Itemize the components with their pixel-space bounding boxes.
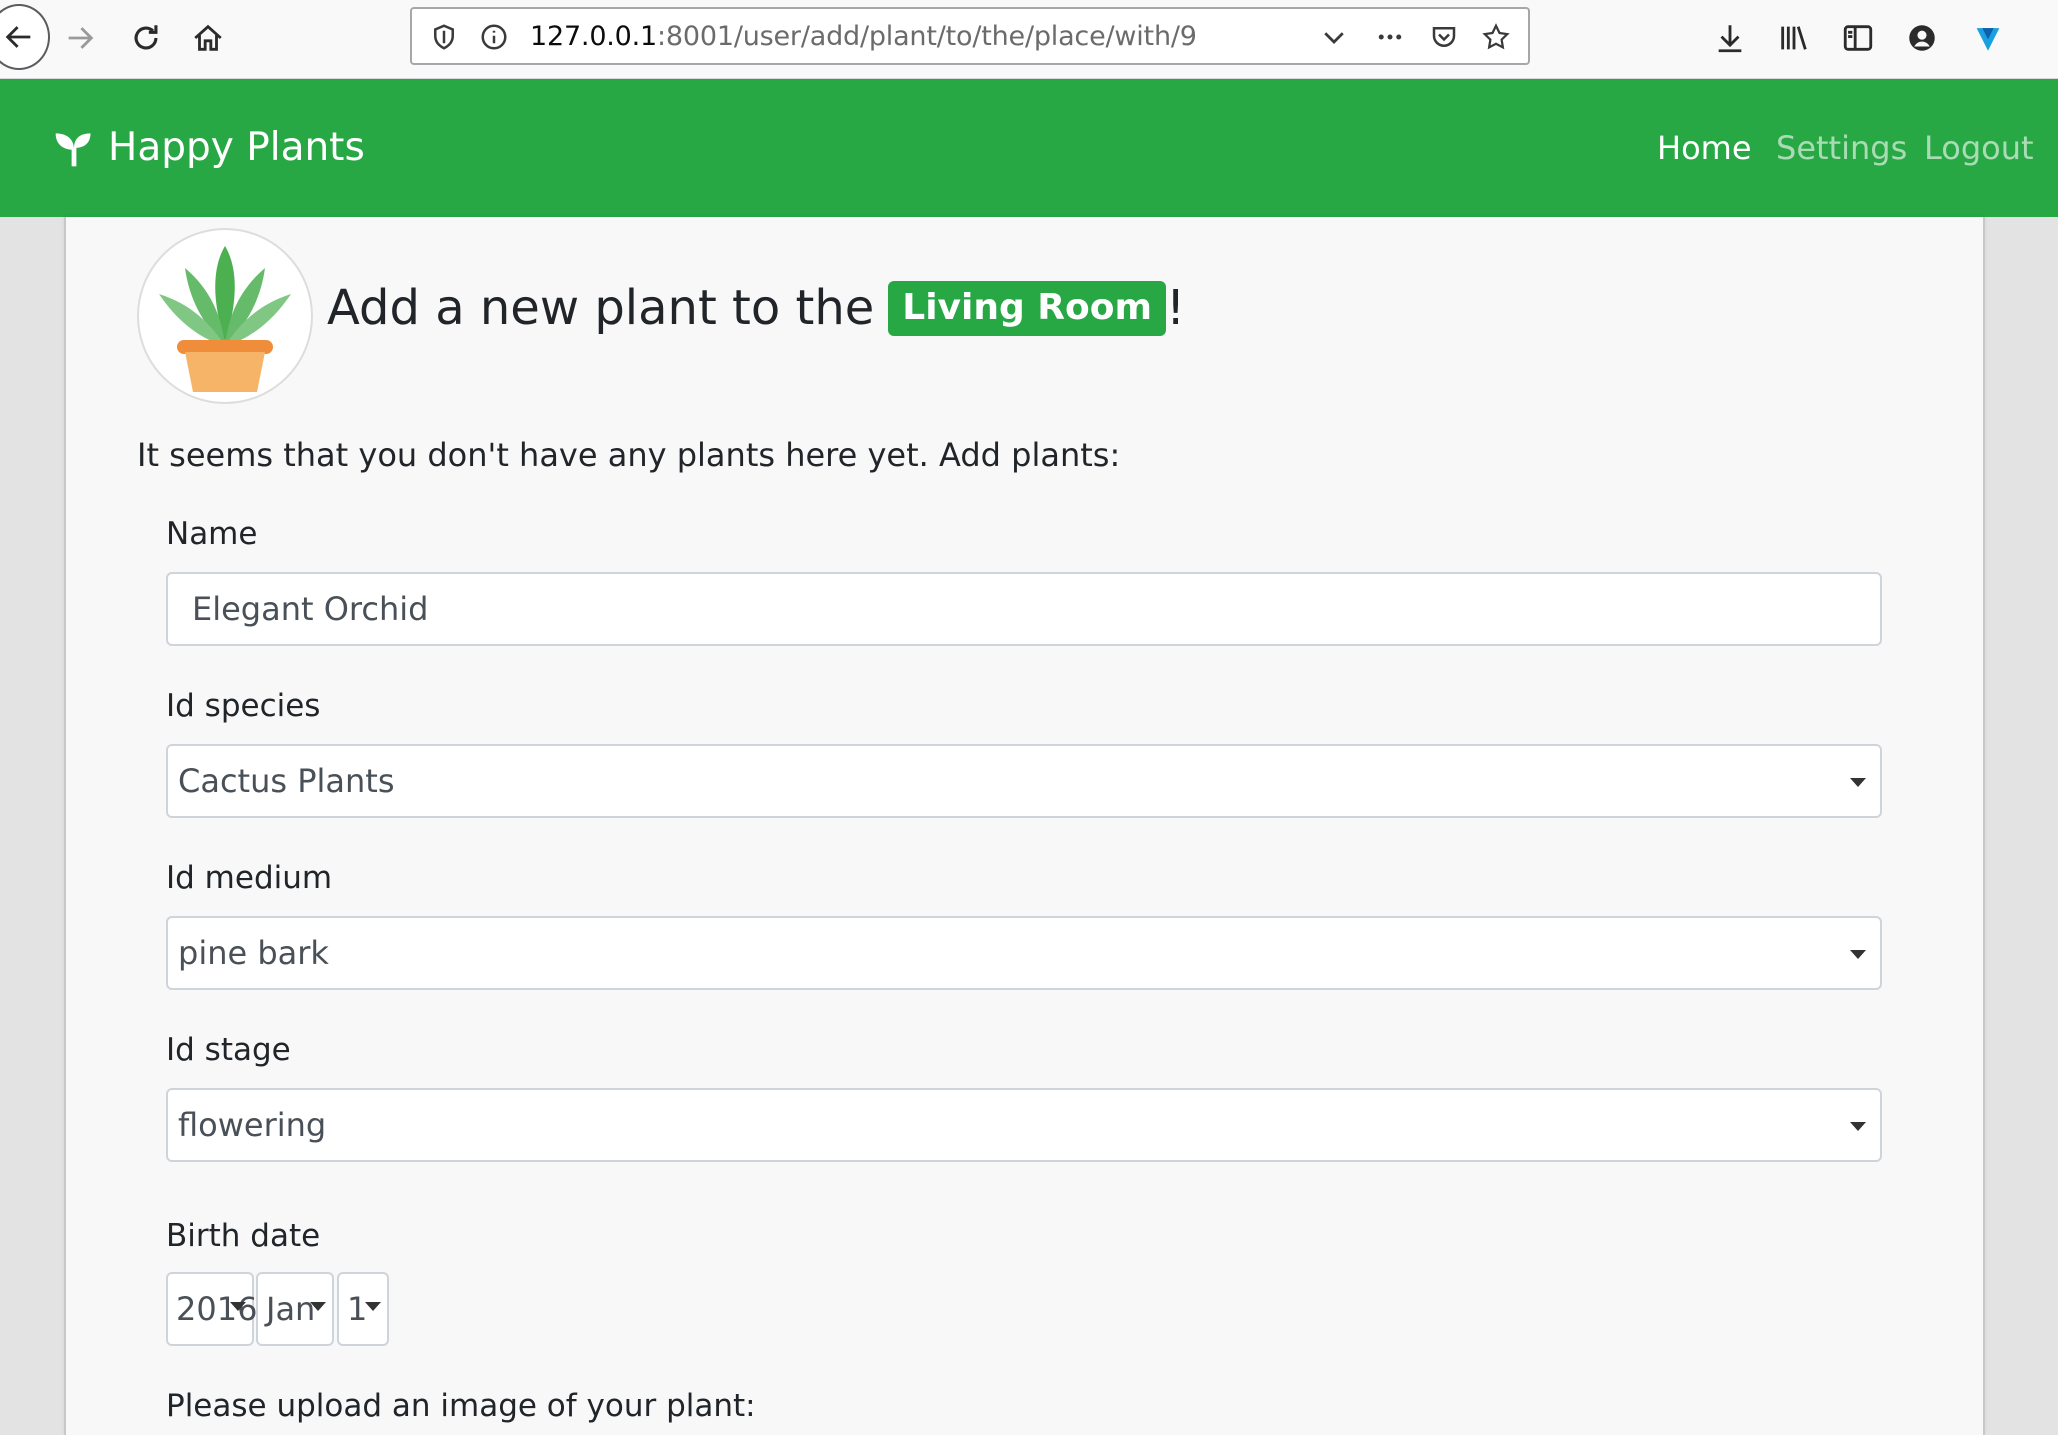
stage-select[interactable]: flowering: [166, 1088, 1882, 1162]
app-navbar: Happy Plants Home Settings Logout: [0, 79, 2058, 217]
species-label: Id species: [166, 688, 321, 724]
account-icon: [1909, 25, 1935, 51]
nav-home-link[interactable]: Home: [1657, 129, 1752, 167]
page-heading: Add a new plant to the Living Room !: [327, 280, 1185, 336]
medium-label: Id medium: [166, 860, 333, 896]
more-icon[interactable]: [1372, 19, 1408, 55]
back-button[interactable]: [0, 4, 50, 70]
browser-toolbar: 127.0.0.1:8001/user/add/plant/to/the/pla…: [0, 0, 2058, 79]
library-button[interactable]: [1768, 12, 1820, 64]
birth-date-label: Birth date: [166, 1218, 321, 1254]
url-host: 127.0.0.1: [530, 21, 658, 52]
sidebar-icon: [1843, 25, 1873, 51]
caret-down-icon: [1850, 1122, 1866, 1131]
birth-year-select[interactable]: 2016: [166, 1272, 257, 1346]
chevron-down-icon[interactable]: [1316, 19, 1352, 55]
library-icon: [1781, 26, 1807, 50]
caret-down-icon: [365, 1302, 381, 1311]
account-button[interactable]: [1896, 12, 1948, 64]
name-label: Name: [166, 516, 258, 552]
medium-select[interactable]: pine bark: [166, 916, 1882, 990]
downloads-button[interactable]: [1704, 12, 1756, 64]
reload-button[interactable]: [120, 12, 172, 64]
nav-logout-link[interactable]: Logout: [1924, 129, 2034, 167]
name-input-value: Elegant Orchid: [192, 590, 429, 628]
nav-settings-link[interactable]: Settings: [1776, 129, 1907, 167]
name-input[interactable]: Elegant Orchid: [166, 572, 1882, 646]
species-select[interactable]: Cactus Plants: [166, 744, 1882, 818]
extension-button[interactable]: [1962, 12, 2014, 64]
info-icon[interactable]: [476, 19, 512, 55]
caret-down-icon: [310, 1302, 326, 1311]
home-icon: [194, 24, 222, 51]
reload-icon: [134, 25, 158, 50]
home-button[interactable]: [182, 12, 234, 64]
pocket-icon[interactable]: [1426, 19, 1462, 55]
caret-down-icon: [1850, 950, 1866, 959]
caret-down-icon: [1850, 778, 1866, 787]
species-select-value: Cactus Plants: [178, 762, 395, 800]
shield-icon[interactable]: [426, 19, 462, 55]
birth-day-select[interactable]: 1: [337, 1272, 389, 1346]
seedling-icon: [55, 132, 91, 166]
arrow-left-icon: [5, 26, 31, 48]
caret-down-icon: [230, 1302, 246, 1311]
extension-icon: [1976, 28, 2000, 51]
brand-name: Happy Plants: [108, 125, 365, 170]
upload-label: Please upload an image of your plant:: [166, 1388, 756, 1424]
birth-month-value: Jan: [266, 1290, 316, 1328]
birth-month-select[interactable]: Jan: [256, 1272, 334, 1346]
intro-text: It seems that you don't have any plants …: [137, 436, 1121, 474]
potted-plant-icon: [159, 246, 291, 392]
place-badge: Living Room: [888, 280, 1166, 336]
brand-link[interactable]: Happy Plants: [52, 125, 365, 170]
arrow-right-icon: [68, 27, 94, 49]
download-icon: [1718, 25, 1742, 53]
star-icon[interactable]: [1478, 19, 1514, 55]
url-bar[interactable]: 127.0.0.1:8001/user/add/plant/to/the/pla…: [410, 7, 1530, 65]
stage-select-value: flowering: [178, 1106, 327, 1144]
heading-suffix: !: [1165, 280, 1186, 336]
sidebar-button[interactable]: [1832, 12, 1884, 64]
url-path: :8001/user/add/plant/to/the/place/with/9: [657, 21, 1197, 52]
heading-prefix: Add a new plant to the: [327, 280, 875, 336]
forward-button[interactable]: [54, 12, 106, 64]
stage-label: Id stage: [166, 1032, 291, 1068]
content-card: [64, 217, 1985, 1435]
plant-avatar: [137, 228, 313, 404]
medium-select-value: pine bark: [178, 934, 329, 972]
url-text[interactable]: 127.0.0.1:8001/user/add/plant/to/the/pla…: [530, 21, 1197, 53]
